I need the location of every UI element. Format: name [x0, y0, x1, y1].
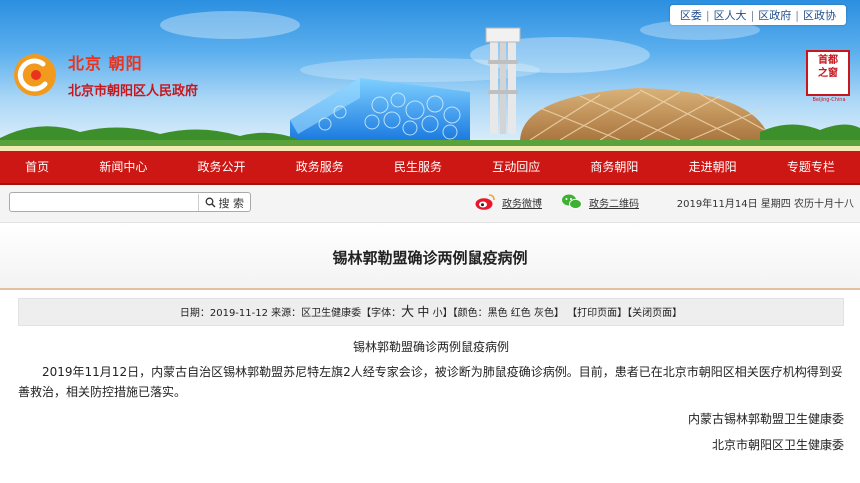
signature-line-2: 北京市朝阳区卫生健康委	[711, 438, 844, 452]
search-icon	[205, 197, 215, 208]
font-size-small[interactable]: 小	[433, 308, 443, 319]
divider: |	[750, 8, 755, 22]
weibo-label: 政务微博	[502, 198, 542, 210]
search-button-label: 搜 索	[218, 196, 245, 210]
seal-char-line-2: 之窗	[818, 68, 838, 79]
font-size-medium[interactable]: 中	[417, 305, 429, 319]
current-date: 2019年11月14日 星期四 农历十月十八	[676, 199, 854, 210]
article-info-bar: 日期：2019-11-12 来源：区卫生健康委【字体：大 中 小】【颜色：黑色 …	[18, 298, 844, 326]
font-size-end: 】	[442, 308, 453, 319]
seal-caption: Beijing-China	[812, 97, 846, 103]
color-black[interactable]: 黑色	[488, 308, 508, 319]
nav-item-livelihood[interactable]: 民生服务	[369, 151, 467, 183]
top-link-district-committee[interactable]: 区委	[680, 7, 702, 23]
divider: |	[795, 8, 799, 22]
article-title-panel: 锡林郭勒盟确诊两例鼠疫病例	[0, 224, 860, 290]
weibo-icon	[475, 194, 495, 210]
logo-org-name: 北京市朝阳区人民政府	[68, 84, 199, 99]
divider: |	[705, 8, 710, 22]
article-date: 2019-11-12	[209, 308, 268, 319]
color-red[interactable]: 红色	[511, 308, 531, 319]
nav-item-special-topics[interactable]: 专题专栏	[762, 151, 860, 183]
header-banner: 区委 | 区人大 | 区政府 | 区政协 北京 朝阳 北京市朝阳区人民政府 首都…	[0, 0, 860, 151]
page: 区委 | 区人大 | 区政府 | 区政协 北京 朝阳 北京市朝阳区人民政府 首都…	[0, 0, 860, 483]
color-end: 】	[553, 308, 564, 319]
top-link-peoples-congress[interactable]: 区人大	[714, 7, 747, 23]
source-label: 来源：	[271, 308, 302, 319]
date-label: 日期：	[179, 308, 210, 319]
color-label: 【颜色：	[452, 308, 488, 319]
site-logo[interactable]: 北京 朝阳 北京市朝阳区人民政府	[12, 50, 198, 99]
article-title: 锡林郭勒盟确诊两例鼠疫病例	[332, 249, 528, 267]
article-paragraph: 2019年11月12日，内蒙古自治区锡林郭勒盟苏尼特左旗2人经专家会诊，被诊断为…	[18, 365, 843, 399]
nav-item-business[interactable]: 商务朝阳	[565, 151, 663, 183]
print-page-link[interactable]: 【打印页面】	[567, 308, 627, 319]
seal-char-line-1: 首都	[818, 55, 838, 66]
font-size-label: 【字体：	[361, 308, 402, 319]
search-input[interactable]	[14, 195, 194, 209]
wechat-label: 政务二维码	[589, 198, 639, 210]
wechat-qrcode-link[interactable]: 政务二维码	[561, 193, 639, 211]
chaoyang-logo-icon	[14, 53, 56, 96]
close-page-link[interactable]: 【关闭页面】	[627, 308, 682, 319]
search-box: 搜 索	[9, 192, 251, 212]
top-link-district-government[interactable]: 区政府	[758, 7, 791, 23]
nav-item-interaction[interactable]: 互动回应	[467, 151, 565, 183]
article-body: 锡林郭勒盟确诊两例鼠疫病例 2019年11月12日，内蒙古自治区锡林郭勒盟苏尼特…	[18, 338, 844, 455]
top-link-cppcc[interactable]: 区政协	[803, 7, 836, 23]
color-gray[interactable]: 灰色	[534, 308, 554, 319]
nav-item-gov-services[interactable]: 政务服务	[271, 151, 369, 183]
nav-item-gov-affairs-open[interactable]: 政务公开	[172, 151, 270, 183]
nav-item-about-chaoyang[interactable]: 走进朝阳	[664, 151, 762, 183]
logo-city-name: 北京 朝阳	[68, 54, 143, 73]
article-subhead: 锡林郭勒盟确诊两例鼠疫病例	[352, 340, 509, 354]
nav-item-news[interactable]: 新闻中心	[74, 151, 172, 183]
weibo-link[interactable]: 政务微博	[474, 193, 542, 211]
signature-line-1: 内蒙古锡林郭勒盟卫生健康委	[687, 412, 844, 426]
top-links: 区委 | 区人大 | 区政府 | 区政协	[669, 5, 846, 25]
search-button[interactable]: 搜 索	[197, 194, 245, 211]
wechat-icon	[562, 194, 582, 210]
capital-window-seal-logo[interactable]: 首都 之窗	[806, 50, 850, 96]
nav-item-home[interactable]: 首页	[0, 151, 74, 183]
font-size-large[interactable]: 大	[401, 305, 414, 320]
main-nav: 首页 新闻中心 政务公开 政务服务 民生服务 互动回应 商务朝阳 走进朝阳 专题…	[0, 151, 860, 185]
article-source: 区卫生健康委	[301, 308, 362, 319]
search-bar-row: 搜 索 政务微博 政务二维码 2019年11月14日 星期四 农历十月十八	[0, 185, 860, 223]
